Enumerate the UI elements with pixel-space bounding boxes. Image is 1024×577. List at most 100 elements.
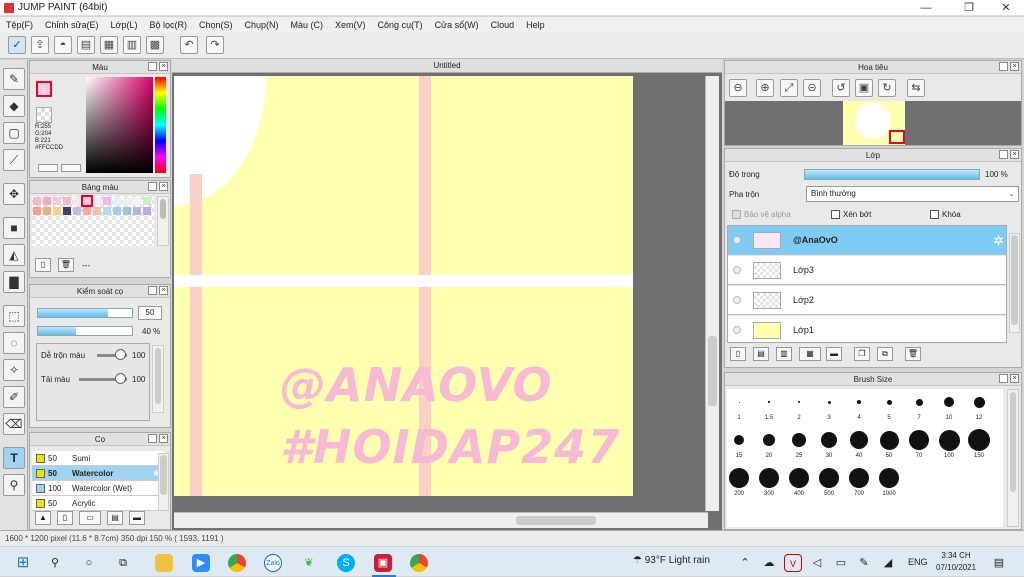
weather-widget[interactable]: ☂ 93°F Light rain — [633, 555, 710, 566]
brush-opacity-slider[interactable] — [37, 326, 133, 336]
protect-alpha-checkbox[interactable] — [732, 210, 741, 219]
eraser-tool-icon[interactable]: ◆ — [3, 95, 25, 117]
brush-size-dot[interactable] — [857, 400, 861, 404]
viewport-indicator[interactable] — [889, 130, 905, 144]
layer-opacity-slider[interactable] — [804, 169, 980, 180]
close-panel-icon[interactable]: × — [1010, 62, 1019, 71]
search-icon[interactable]: ⚲ — [46, 554, 64, 572]
brush-control-scrollbar[interactable] — [152, 345, 164, 413]
select-pen-tool-icon[interactable]: ✐ — [3, 386, 25, 408]
line-tool-icon[interactable]: ⟋ — [3, 149, 25, 171]
brush-size-dot[interactable] — [789, 468, 809, 488]
eye-icon[interactable] — [733, 266, 741, 274]
app-leaf-icon[interactable]: ❦ — [300, 554, 318, 572]
chevron-up-icon[interactable]: ⌃ — [736, 554, 754, 572]
menu-window[interactable]: Cửa sổ(W) — [429, 17, 485, 33]
message-icon[interactable]: ▤ — [77, 36, 95, 54]
brush-size-slider[interactable] — [37, 308, 133, 318]
battery-icon[interactable]: ▭ — [832, 554, 850, 572]
brush-size-dot[interactable] — [734, 435, 744, 445]
brush-settings-icon[interactable]: ▤ — [107, 511, 123, 525]
clock[interactable]: 3:34 CH 07/10/2021 — [936, 550, 976, 574]
fit-icon[interactable]: ⤢ — [780, 79, 798, 97]
brush-size-dot[interactable] — [879, 430, 899, 450]
lasso-tool-icon[interactable]: ◌ — [3, 332, 25, 354]
transparent-color-swatch[interactable] — [36, 107, 52, 123]
duplicate-layer-icon[interactable]: ▥ — [776, 347, 792, 361]
zoom-fit-icon[interactable]: ⊝ — [803, 79, 821, 97]
brush-size-dot[interactable] — [849, 468, 869, 488]
chrome-profile-icon[interactable] — [410, 554, 428, 572]
menu-cloud[interactable]: Cloud — [485, 17, 521, 33]
clip-checkbox[interactable] — [831, 210, 840, 219]
brush-size-dot[interactable] — [938, 429, 960, 451]
brush-size-dot[interactable] — [768, 401, 770, 403]
brush-list-scrollbar[interactable] — [158, 453, 169, 511]
color-picker-square[interactable] — [86, 77, 153, 173]
brush-new-icon[interactable]: ▯ — [57, 511, 73, 525]
brush-size-dot[interactable] — [973, 396, 985, 408]
menu-color[interactable]: Màu (C) — [285, 17, 330, 33]
brush-size-dot[interactable] — [915, 398, 923, 406]
close-panel-icon[interactable]: × — [159, 434, 168, 443]
brush-item-sumi[interactable]: 50 Sumi — [32, 451, 164, 466]
brush-size-dot[interactable] — [798, 401, 800, 403]
delete-palette-icon[interactable]: 🗑 — [58, 258, 74, 272]
document-icon[interactable]: ▦ — [100, 36, 118, 54]
cortana-icon[interactable]: ○ — [80, 554, 98, 572]
foreground-color-swatch[interactable] — [36, 81, 52, 97]
lock-checkbox[interactable] — [930, 210, 939, 219]
minimize-button[interactable]: — — [912, 0, 940, 16]
notification-icon[interactable]: ▤ — [990, 554, 1008, 572]
copy-layer-icon[interactable]: ❐ — [854, 347, 870, 361]
page-icon[interactable]: ▥ — [123, 36, 141, 54]
brush-size-dot[interactable] — [879, 468, 899, 488]
redo-icon[interactable]: ↷ — [206, 36, 224, 54]
drawing-canvas[interactable]: @ANAOVO #HOIDAP247 — [174, 76, 633, 496]
eye-icon[interactable] — [733, 296, 741, 304]
brush-size-dot[interactable] — [944, 397, 954, 407]
menu-help[interactable]: Help — [520, 17, 551, 33]
close-panel-icon[interactable]: × — [159, 62, 168, 71]
zoom-app-icon[interactable]: ▶ — [192, 554, 210, 572]
palette-scrollbar[interactable] — [157, 196, 169, 246]
menu-file[interactable]: Tệp(F) — [0, 17, 39, 33]
navigator-preview[interactable] — [725, 101, 1021, 145]
delete-layer-icon[interactable]: 🗑 — [905, 347, 921, 361]
pen-icon[interactable]: ✎ — [855, 554, 873, 572]
brush-size-dot[interactable] — [827, 400, 831, 404]
brush-size-dot[interactable] — [821, 432, 837, 448]
layer-row[interactable]: @AnaOvO ✲ — [728, 226, 1006, 255]
zalo-icon[interactable]: Zalo — [264, 554, 282, 572]
layer-mode-icon[interactable]: ▦ — [799, 347, 821, 361]
brush-size-dot[interactable] — [738, 401, 740, 403]
brush-item-acrylic[interactable]: 50 Acrylic — [32, 496, 164, 511]
brush-size-dot[interactable] — [729, 468, 749, 488]
eye-icon[interactable] — [733, 236, 741, 244]
menu-filter[interactable]: Bộ lọc(R) — [143, 17, 193, 33]
eyedropper-tool-icon[interactable]: ⚲ — [3, 474, 25, 496]
rotate-left-icon[interactable]: ↺ — [832, 79, 850, 97]
chrome-icon[interactable] — [228, 554, 246, 572]
gradient-tool-icon[interactable]: ▇ — [3, 271, 25, 293]
task-view-icon[interactable]: ⧉ — [114, 554, 132, 572]
close-button[interactable]: ✕ — [992, 0, 1020, 16]
brush-tool-icon[interactable]: ✎ — [3, 68, 25, 90]
windows-start-icon[interactable]: ⊞ — [14, 554, 32, 572]
new-palette-icon[interactable]: ▯ — [35, 258, 51, 272]
canvas-vertical-scrollbar[interactable] — [705, 76, 719, 511]
canvas-tab[interactable]: Untitled — [172, 59, 722, 73]
volume-icon[interactable]: ◁ — [808, 554, 826, 572]
undock-icon[interactable] — [148, 182, 157, 191]
file-explorer-icon[interactable] — [155, 554, 173, 572]
zoom-in-icon[interactable]: ⊕ — [756, 79, 774, 97]
layer-row[interactable]: Lớp2 — [728, 286, 1006, 315]
layer-folder-icon[interactable]: ▬ — [826, 347, 842, 361]
language-indicator[interactable]: ENG — [908, 557, 928, 567]
brush-copy-icon[interactable]: ▭ — [79, 511, 101, 525]
layer-row[interactable]: Lớp3 — [728, 256, 1006, 285]
select-rect-tool-icon[interactable]: ▢ — [3, 122, 25, 144]
brush-size-scrollbar[interactable] — [1007, 389, 1019, 527]
blend-slider-thumb[interactable] — [115, 349, 126, 360]
bucket-tool-icon[interactable]: ◭ — [3, 244, 25, 266]
